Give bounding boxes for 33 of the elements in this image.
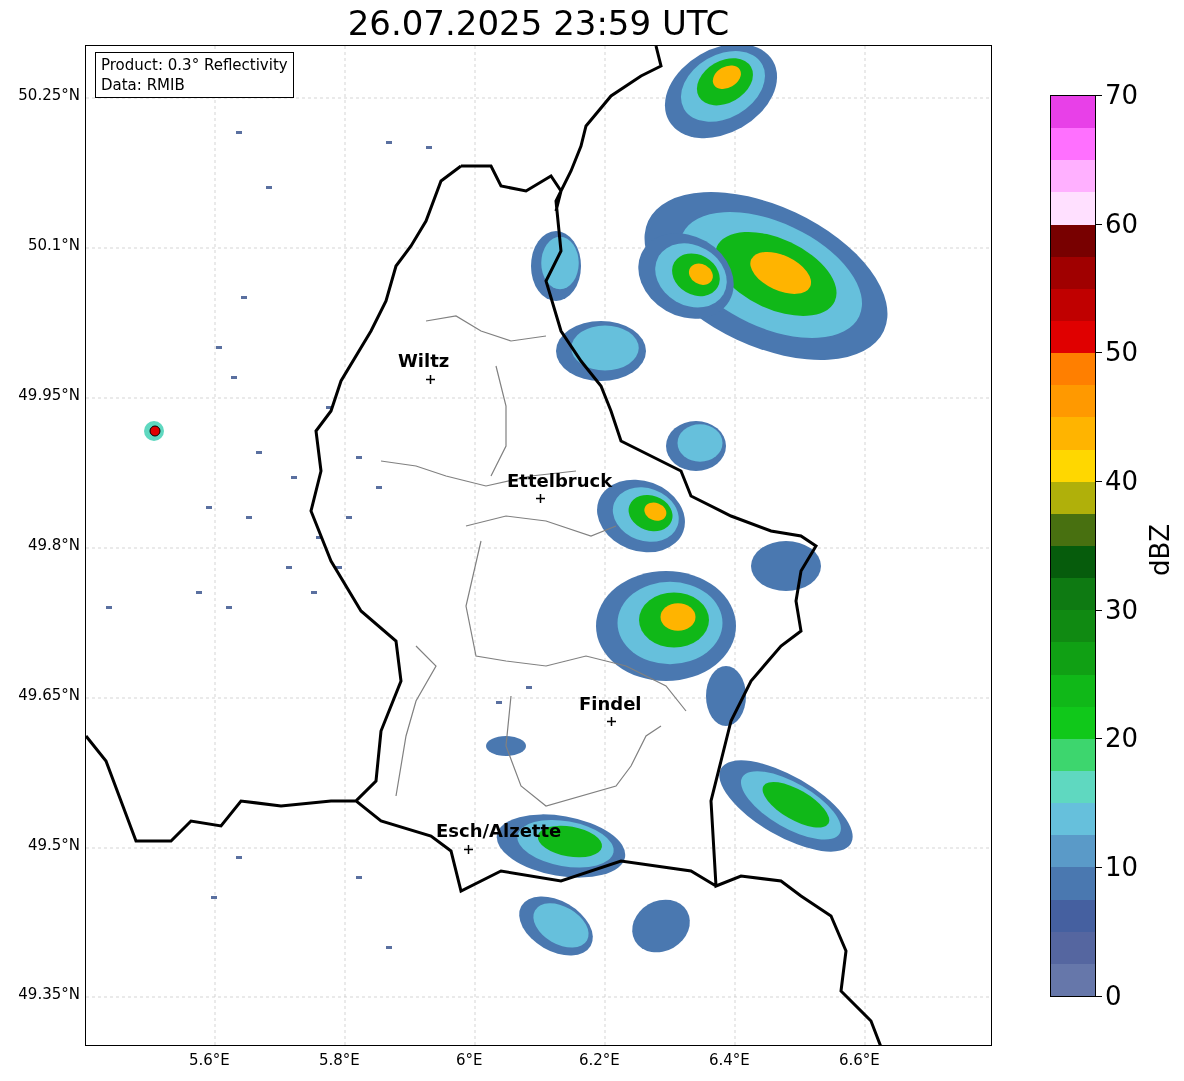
longitude-label: 6.2°E — [579, 1050, 620, 1070]
colorbar-tick-label: 50 — [1105, 336, 1139, 368]
longitude-label: 6°E — [456, 1050, 483, 1070]
cross-marker-icon — [536, 494, 545, 503]
colorbar-label: dBZ — [1144, 523, 1176, 577]
cross-marker-icon — [426, 375, 435, 384]
chart-title: 26.07.2025 23:59 UTC — [347, 2, 730, 45]
colorbar-tick-label: 20 — [1105, 722, 1139, 754]
latitude-label: 49.95°N — [18, 385, 80, 405]
colorbar-tick-label: 0 — [1105, 980, 1122, 1012]
colorbar-tick-label: 10 — [1105, 851, 1139, 883]
cross-marker-icon — [464, 845, 473, 854]
latitude-label: 49.5°N — [27, 835, 80, 855]
info-text: Data: RMIB — [101, 75, 186, 95]
place-label: Esch/Alzette — [436, 821, 562, 841]
latitude-label: 50.1°N — [27, 235, 80, 255]
latitude-label: 50.25°N — [18, 85, 80, 105]
latitude-label: 49.8°N — [27, 535, 80, 555]
longitude-label: 5.8°E — [319, 1050, 360, 1070]
cross-marker-icon — [607, 717, 616, 726]
place-label: Ettelbruck — [507, 471, 613, 491]
colorbar-tick-label: 30 — [1105, 594, 1139, 626]
info-text: Product: 0.3° Reflectivity — [101, 55, 288, 75]
latitude-label: 49.65°N — [18, 685, 80, 705]
place-label: Findel — [579, 694, 642, 714]
longitude-label: 6.6°E — [839, 1050, 880, 1070]
longitude-label: 6.4°E — [709, 1050, 750, 1070]
place-label: Wiltz — [398, 351, 450, 371]
colorbar-tick-label: 40 — [1105, 465, 1139, 497]
longitude-label: 5.6°E — [189, 1050, 230, 1070]
colorbar-tick-label: 70 — [1105, 79, 1139, 111]
latitude-label: 49.35°N — [18, 984, 80, 1004]
colorbar-tick-label: 60 — [1105, 208, 1139, 240]
